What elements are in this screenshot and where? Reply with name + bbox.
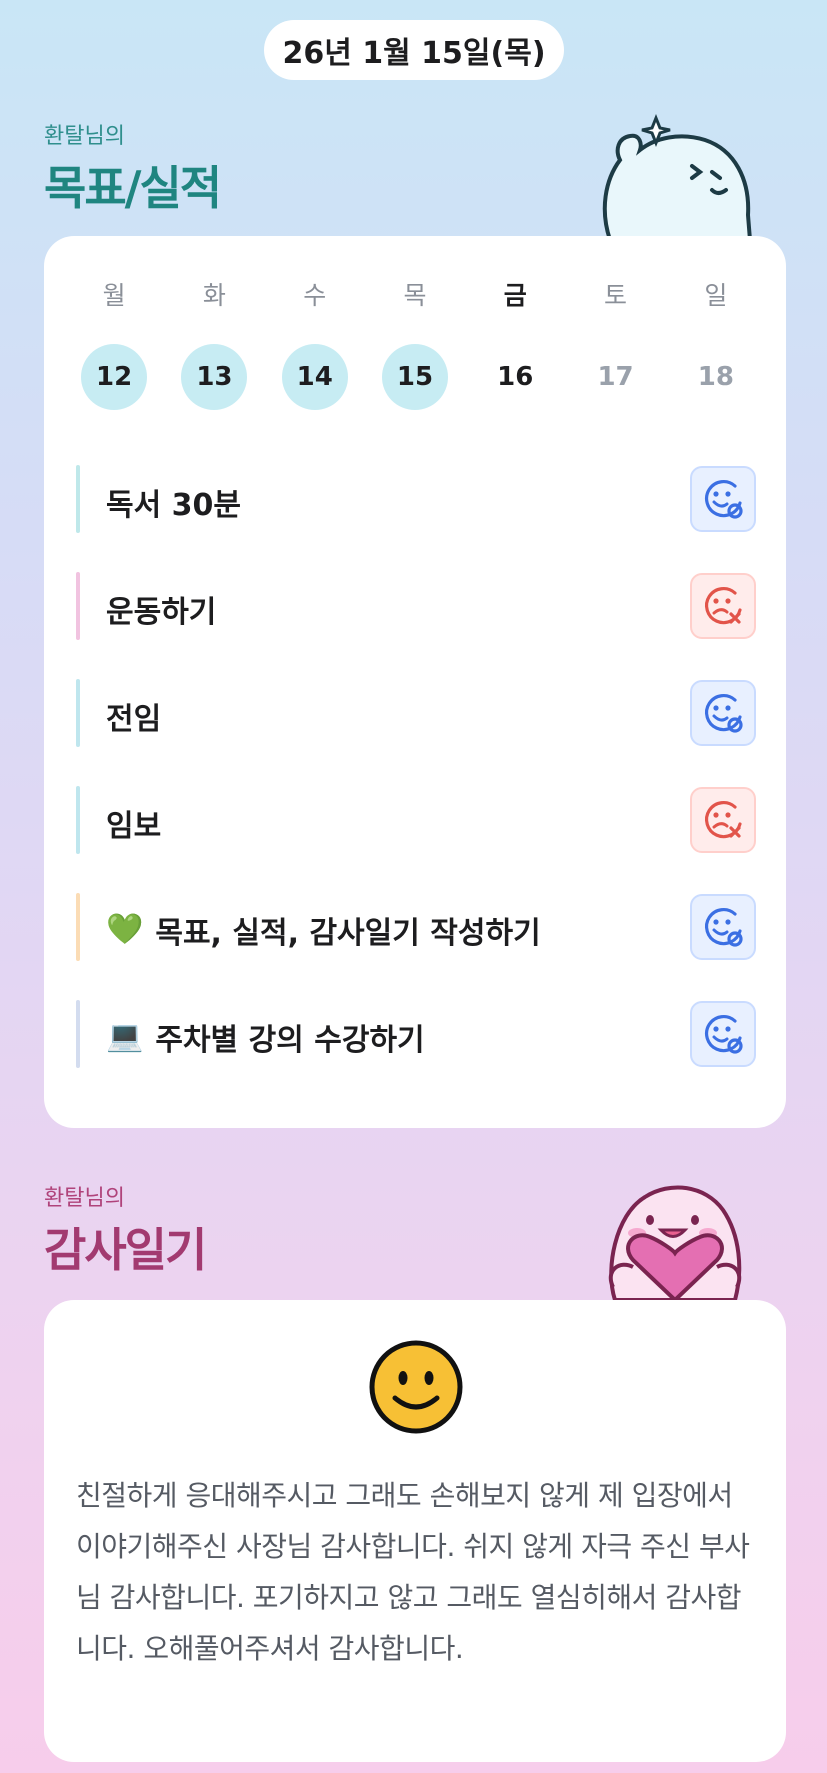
- diary-text: 친절하게 응대해주시고 그래도 손해보지 않게 제 입장에서 이야기해주신 사장…: [76, 1479, 750, 1665]
- ghost-mascot-icon: [602, 113, 753, 240]
- goal-text: 전임: [106, 701, 162, 737]
- date-button-today[interactable]: 16: [482, 344, 548, 410]
- heart-mascot-icon: [608, 1185, 742, 1300]
- happy-face-check-icon: [705, 694, 743, 733]
- goal-label: 💚 목표, 실적, 감사일기 작성하기: [106, 908, 541, 952]
- weekday-label: 수: [303, 281, 327, 310]
- laptop-icon: 💻: [106, 1019, 144, 1054]
- goal-item[interactable]: 💚 목표, 실적, 감사일기 작성하기: [76, 876, 756, 983]
- goal-item[interactable]: 💻 주차별 강의 수강하기: [76, 983, 756, 1090]
- goals-subtitle: 환탈님의: [44, 124, 125, 149]
- diary-subtitle: 환탈님의: [44, 1186, 125, 1211]
- goal-label: 전임: [106, 694, 161, 738]
- goals-title: 목표/실적: [44, 161, 222, 215]
- diary-title: 감사일기: [44, 1223, 207, 1277]
- date-button[interactable]: 17: [583, 344, 649, 410]
- fail-status-button[interactable]: [690, 573, 756, 639]
- date-button[interactable]: 15: [381, 344, 448, 410]
- weekday-label: 일: [704, 281, 728, 310]
- sad-face-x-icon: [705, 801, 742, 839]
- green-heart-icon: 💚: [106, 912, 144, 947]
- weekday-label: 토: [604, 281, 628, 310]
- goal-label: 독서 30분: [106, 480, 241, 524]
- weekday-label: 월: [102, 281, 126, 310]
- goal-text: 주차별 강의 수강하기: [155, 1022, 425, 1058]
- goal-label: 임보: [106, 801, 161, 845]
- weekday-label: 목: [403, 281, 427, 310]
- goal-color-bar: [76, 679, 80, 747]
- happy-face-check-icon: [705, 480, 743, 519]
- goal-item[interactable]: 운동하기: [76, 555, 756, 662]
- diary-header: 환탈님의 감사일기: [44, 1180, 207, 1280]
- goal-item[interactable]: 독서 30분: [76, 448, 756, 555]
- happy-face-check-icon: [705, 1015, 743, 1054]
- weekday-label-today: 금: [503, 281, 527, 310]
- fail-status-button[interactable]: [690, 787, 756, 853]
- sad-face-x-icon: [705, 587, 742, 625]
- date-row: 12 13 14 15 16 17 18: [44, 344, 786, 410]
- goal-color-bar: [76, 1000, 80, 1068]
- date-button[interactable]: 18: [683, 344, 749, 410]
- goal-color-bar: [76, 786, 80, 854]
- goals-header: 환탈님의 목표/실적: [44, 118, 222, 218]
- date-pill[interactable]: 26년 1월 15일(목): [264, 20, 564, 80]
- goal-label: 💻 주차별 강의 수강하기: [106, 1015, 425, 1059]
- weekday-label: 화: [202, 281, 226, 310]
- goals-card: 월 화 수 목 금 토 일 12 13 14 15 16 17 18 독서 30…: [44, 236, 786, 1128]
- date-button[interactable]: 12: [81, 344, 148, 410]
- week-calendar: 월 화 수 목 금 토 일 12 13 14 15 16 17 18: [44, 276, 786, 410]
- success-status-button[interactable]: [690, 1001, 756, 1067]
- weekday-row: 월 화 수 목 금 토 일: [44, 276, 786, 312]
- goal-text: 목표, 실적, 감사일기 작성하기: [155, 915, 541, 951]
- goal-color-bar: [76, 465, 80, 533]
- goal-item[interactable]: 임보: [76, 769, 756, 876]
- date-button[interactable]: 14: [281, 344, 348, 410]
- success-status-button[interactable]: [690, 680, 756, 746]
- success-status-button[interactable]: [690, 894, 756, 960]
- goal-item[interactable]: 전임: [76, 662, 756, 769]
- goal-color-bar: [76, 893, 80, 961]
- goal-list: 독서 30분 운동하기 전임 임보 💚 목표, 실적, 감사일기 작성하기 💻 …: [76, 448, 756, 1090]
- diary-card: 친절하게 응대해주시고 그래도 손해보지 않게 제 입장에서 이야기해주신 사장…: [44, 1300, 786, 1762]
- goal-text: 운동하기: [106, 594, 217, 630]
- happy-face-check-icon: [705, 908, 743, 947]
- goal-label: 운동하기: [106, 587, 216, 631]
- smile-icon: [369, 1340, 463, 1434]
- goal-text: 독서 30분: [106, 487, 241, 523]
- success-status-button[interactable]: [690, 466, 756, 532]
- goal-color-bar: [76, 572, 80, 640]
- date-button[interactable]: 13: [181, 344, 248, 410]
- goal-text: 임보: [106, 808, 162, 844]
